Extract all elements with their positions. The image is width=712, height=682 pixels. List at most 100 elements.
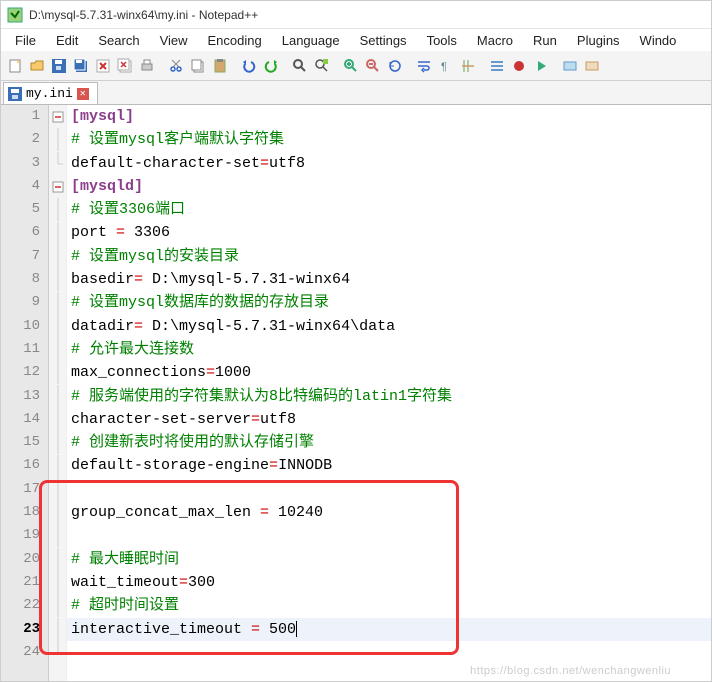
toolbar-find-icon[interactable]	[290, 56, 310, 76]
toolbar-new-icon[interactable]	[5, 56, 25, 76]
line-number: 10	[1, 315, 40, 338]
fold-marker	[49, 361, 66, 384]
menu-encoding[interactable]: Encoding	[198, 31, 272, 50]
line-number: 3	[1, 152, 40, 175]
code-line[interactable]: [mysqld]	[71, 175, 711, 198]
menu-view[interactable]: View	[150, 31, 198, 50]
code-line[interactable]: basedir= D:\mysql-5.7.31-winx64	[71, 268, 711, 291]
code-line[interactable]: # 最大睡眠时间	[71, 548, 711, 571]
toolbar-zoom-out-icon[interactable]	[363, 56, 383, 76]
toolbar-play-icon[interactable]	[531, 56, 551, 76]
code-line[interactable]: interactive_timeout = 500	[71, 618, 711, 641]
toolbar-close-all-icon[interactable]	[115, 56, 135, 76]
fold-marker	[49, 431, 66, 454]
code-line[interactable]: port = 3306	[71, 221, 711, 244]
toolbar-redo-icon[interactable]	[261, 56, 281, 76]
line-number: 4	[1, 175, 40, 198]
menu-tools[interactable]: Tools	[417, 31, 467, 50]
toolbar-show-all-icon[interactable]: ¶	[436, 56, 456, 76]
toolbar-zoom-in-icon[interactable]	[341, 56, 361, 76]
code-lines[interactable]: [mysql]# 设置mysql客户端默认字符集default-characte…	[67, 105, 711, 664]
code-line[interactable]: # 设置mysql的安装目录	[71, 245, 711, 268]
code-line[interactable]: [mysql]	[71, 105, 711, 128]
toolbar-paste-icon[interactable]	[210, 56, 230, 76]
line-number: 20	[1, 548, 40, 571]
fold-marker	[49, 315, 66, 338]
fold-marker[interactable]	[49, 105, 66, 128]
code-area[interactable]: [mysql]# 设置mysql客户端默认字符集default-characte…	[67, 105, 711, 681]
menu-file[interactable]: File	[5, 31, 46, 50]
code-line[interactable]: default-character-set=utf8	[71, 152, 711, 175]
tab-label: my.ini	[26, 86, 73, 101]
line-number: 11	[1, 338, 40, 361]
line-number: 8	[1, 268, 40, 291]
line-number: 13	[1, 385, 40, 408]
close-icon[interactable]: ✕	[77, 88, 89, 100]
menu-bar: FileEditSearchViewEncodingLanguageSettin…	[1, 29, 711, 51]
code-line[interactable]: character-set-server=utf8	[71, 408, 711, 431]
code-line[interactable]	[71, 478, 711, 501]
code-line[interactable]: # 设置3306端口	[71, 198, 711, 221]
line-number: 22	[1, 594, 40, 617]
line-number: 19	[1, 524, 40, 547]
code-line[interactable]: datadir= D:\mysql-5.7.31-winx64\data	[71, 315, 711, 338]
toolbar-copy-icon[interactable]	[188, 56, 208, 76]
title-bar: D:\mysql-5.7.31-winx64\my.ini - Notepad+…	[1, 1, 711, 29]
code-line[interactable]: wait_timeout=300	[71, 571, 711, 594]
code-line[interactable]	[71, 641, 711, 664]
menu-search[interactable]: Search	[88, 31, 149, 50]
fold-marker	[49, 198, 66, 221]
menu-windo[interactable]: Windo	[630, 31, 687, 50]
code-line[interactable]	[71, 524, 711, 547]
code-line[interactable]: # 允许最大连接数	[71, 338, 711, 361]
toolbar-save-icon[interactable]	[49, 56, 69, 76]
toolbar-save-all-icon[interactable]	[71, 56, 91, 76]
code-line[interactable]: max_connections=1000	[71, 361, 711, 384]
menu-run[interactable]: Run	[523, 31, 567, 50]
line-number: 12	[1, 361, 40, 384]
app-icon	[7, 7, 23, 23]
code-line[interactable]: # 超时时间设置	[71, 594, 711, 617]
line-number: 17	[1, 478, 40, 501]
toolbar-toggle-2-icon[interactable]	[582, 56, 602, 76]
toolbar-indent-guide-icon[interactable]	[458, 56, 478, 76]
fold-marker	[49, 152, 66, 175]
menu-edit[interactable]: Edit	[46, 31, 88, 50]
window-title: D:\mysql-5.7.31-winx64\my.ini - Notepad+…	[29, 8, 258, 22]
toolbar-open-icon[interactable]	[27, 56, 47, 76]
code-line[interactable]: # 服务端使用的字符集默认为8比特编码的latin1字符集	[71, 385, 711, 408]
code-line[interactable]: # 设置mysql客户端默认字符集	[71, 128, 711, 151]
line-number: 16	[1, 454, 40, 477]
code-line[interactable]: # 设置mysql数据库的数据的存放目录	[71, 291, 711, 314]
line-number: 23	[1, 618, 40, 641]
menu-macro[interactable]: Macro	[467, 31, 523, 50]
toolbar-replace-icon[interactable]	[312, 56, 332, 76]
menu-language[interactable]: Language	[272, 31, 350, 50]
menu-settings[interactable]: Settings	[350, 31, 417, 50]
line-number: 9	[1, 291, 40, 314]
code-line[interactable]: default-storage-engine=INNODB	[71, 454, 711, 477]
toolbar-print-icon[interactable]	[137, 56, 157, 76]
toolbar-close-icon[interactable]	[93, 56, 113, 76]
menu-plugins[interactable]: Plugins	[567, 31, 630, 50]
code-line[interactable]: group_concat_max_len = 10240	[71, 501, 711, 524]
fold-marker	[49, 128, 66, 151]
line-number: 7	[1, 245, 40, 268]
code-line[interactable]: # 创建新表时将使用的默认存储引擎	[71, 431, 711, 454]
fold-marker[interactable]	[49, 175, 66, 198]
fold-marker	[49, 291, 66, 314]
line-number: 15	[1, 431, 40, 454]
toolbar-toggle-1-icon[interactable]	[560, 56, 580, 76]
toolbar-cut-icon[interactable]	[166, 56, 186, 76]
toolbar-record-icon[interactable]	[509, 56, 529, 76]
fold-marker	[49, 618, 66, 641]
toolbar-undo-icon[interactable]	[239, 56, 259, 76]
toolbar-sync-icon[interactable]	[385, 56, 405, 76]
line-gutter: 123456789101112131415161718192021222324	[1, 105, 49, 681]
fold-marker	[49, 641, 66, 664]
tab-myini[interactable]: my.ini ✕	[3, 82, 98, 104]
toolbar-word-wrap-icon[interactable]	[414, 56, 434, 76]
fold-marker	[49, 454, 66, 477]
editor: 123456789101112131415161718192021222324 …	[1, 105, 711, 681]
toolbar-fold-icon[interactable]	[487, 56, 507, 76]
